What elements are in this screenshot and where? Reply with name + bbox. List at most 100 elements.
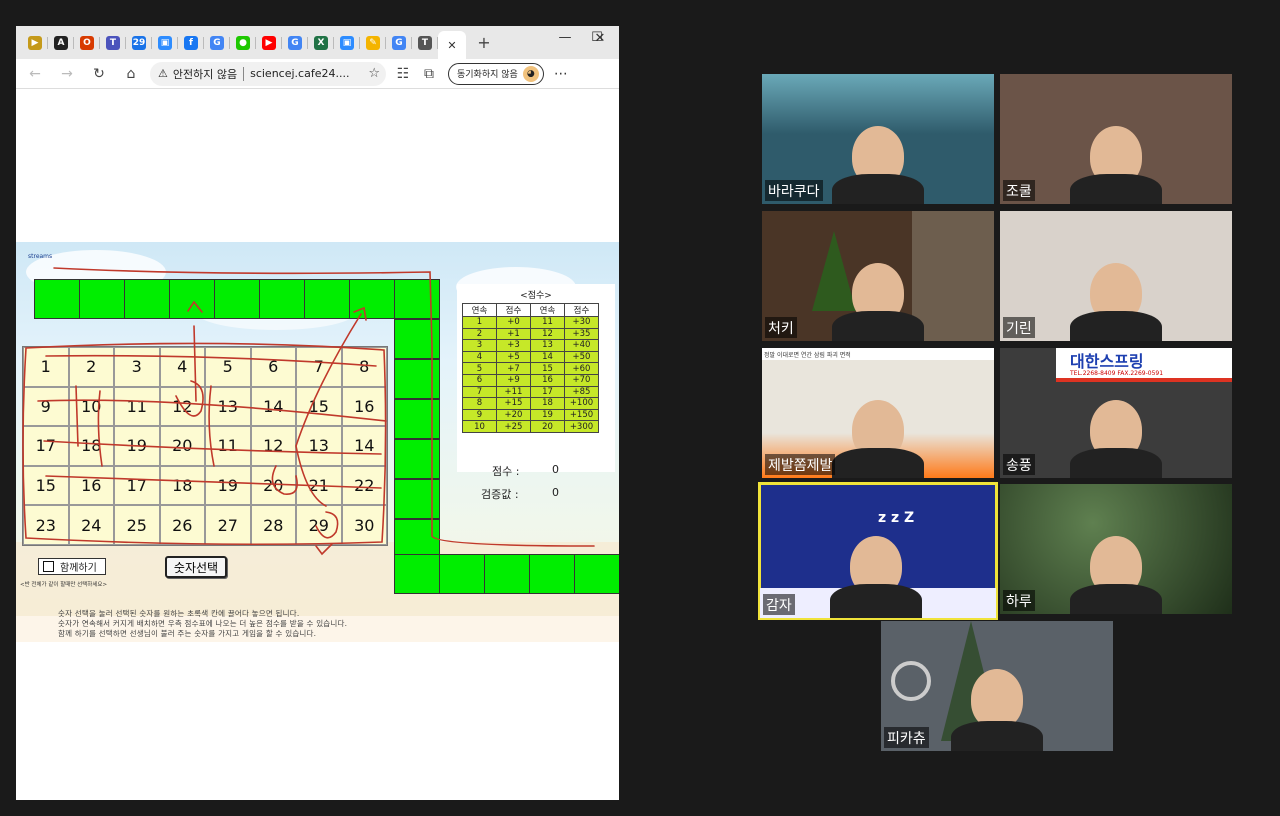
grid-number-cell[interactable]: 25 — [114, 505, 160, 545]
grid-number-cell[interactable]: 29 — [296, 505, 342, 545]
together-checkbox[interactable]: 함께하기 — [38, 558, 106, 575]
browser-tab[interactable]: G — [282, 31, 308, 55]
more-menu-button[interactable]: ⋯ — [554, 66, 568, 82]
grid-number-cell[interactable]: 2 — [68, 347, 114, 387]
grid-number-cell[interactable]: 5 — [205, 347, 251, 387]
green-drop-cell[interactable] — [439, 554, 485, 594]
browser-tab[interactable]: O — [74, 31, 100, 55]
green-drop-cell[interactable] — [349, 279, 395, 319]
participant-video-tile[interactable]: z z Z 감자 — [758, 482, 998, 620]
browser-tab[interactable]: ▣ — [152, 31, 178, 55]
favorites-icon[interactable]: ☷ — [390, 61, 416, 87]
grid-number-cell[interactable]: 12 — [159, 386, 205, 427]
green-drop-cell[interactable] — [394, 519, 440, 559]
grid-number-cell[interactable]: 12 — [250, 426, 296, 466]
grid-number-cell[interactable]: 24 — [68, 505, 114, 545]
participant-video-tile[interactable]: 피카츄 — [881, 621, 1113, 751]
browser-tab[interactable]: T — [412, 31, 438, 55]
green-drop-cell[interactable] — [394, 439, 440, 479]
green-drop-cell[interactable] — [34, 279, 80, 319]
grid-number-cell[interactable]: 14 — [250, 386, 296, 427]
grid-number-cell[interactable]: 16 — [68, 465, 114, 506]
participant-video-tile[interactable]: 정말 이대로면 연간 삼림 파괴 면적 제발쫌제발 — [762, 348, 994, 478]
browser-tab[interactable]: A — [48, 31, 74, 55]
home-button[interactable]: ⌂ — [118, 61, 144, 87]
green-drop-cell[interactable] — [394, 479, 440, 519]
grid-number-cell[interactable]: 18 — [68, 426, 114, 466]
forward-button[interactable]: → — [54, 61, 80, 87]
browser-tab[interactable]: ▶ — [256, 31, 282, 55]
grid-number-cell[interactable]: 11 — [114, 386, 160, 427]
green-drop-cell[interactable] — [304, 279, 350, 319]
browser-tab[interactable]: ▶ — [22, 31, 48, 55]
green-drop-cell[interactable] — [484, 554, 530, 594]
grid-number-cell[interactable]: 1 — [23, 347, 69, 387]
green-drop-cell[interactable] — [394, 279, 440, 319]
browser-tab[interactable]: 29 — [126, 31, 152, 55]
grid-number-cell[interactable]: 21 — [296, 465, 342, 506]
browser-tab[interactable]: G — [386, 31, 412, 55]
favorite-star-icon[interactable]: ☆ — [368, 66, 380, 81]
grid-number-cell[interactable]: 9 — [23, 386, 69, 427]
back-button[interactable]: ← — [22, 61, 48, 87]
green-drop-cell[interactable] — [574, 554, 619, 594]
browser-tab[interactable]: ✎ — [360, 31, 386, 55]
participant-video-tile[interactable]: 대한스프링 TEL.2268-8409 FAX.2269-0591 송풍 — [1000, 348, 1232, 478]
browser-tab[interactable]: ▣ — [334, 31, 360, 55]
close-tab-icon[interactable]: ✕ — [447, 39, 456, 52]
green-drop-cell[interactable] — [394, 359, 440, 399]
grid-number-cell[interactable]: 17 — [23, 426, 69, 466]
grid-number-cell[interactable]: 19 — [114, 426, 160, 466]
close-window-button[interactable]: ✕ — [585, 31, 615, 46]
grid-number-cell[interactable]: 30 — [341, 505, 387, 545]
green-drop-cell[interactable] — [394, 554, 440, 594]
participant-video-tile[interactable]: 조쿨 — [1000, 74, 1232, 204]
participant-video-tile[interactable]: 기린 — [1000, 211, 1232, 341]
participant-video-tile[interactable]: 바라쿠다 — [762, 74, 994, 204]
grid-number-cell[interactable]: 15 — [296, 386, 342, 427]
green-drop-cell[interactable] — [79, 279, 125, 319]
grid-number-cell[interactable]: 23 — [23, 505, 69, 545]
green-drop-cell[interactable] — [259, 279, 305, 319]
grid-number-cell[interactable]: 16 — [341, 386, 387, 427]
grid-number-cell[interactable]: 22 — [341, 465, 387, 506]
grid-number-cell[interactable]: 28 — [250, 505, 296, 545]
browser-tab[interactable]: f — [178, 31, 204, 55]
active-tab[interactable]: ✕ — [438, 31, 466, 59]
browser-tab[interactable]: ● — [230, 31, 256, 55]
grid-number-cell[interactable]: 7 — [296, 347, 342, 387]
grid-number-cell[interactable]: 11 — [205, 426, 251, 466]
grid-number-cell[interactable]: 27 — [205, 505, 251, 545]
green-drop-cell[interactable] — [124, 279, 170, 319]
green-drop-cell[interactable] — [169, 279, 215, 319]
new-tab-button[interactable]: + — [474, 33, 494, 52]
grid-number-cell[interactable]: 4 — [159, 347, 205, 387]
grid-number-cell[interactable]: 18 — [159, 465, 205, 506]
grid-number-cell[interactable]: 13 — [296, 426, 342, 466]
grid-number-cell[interactable]: 13 — [205, 386, 251, 427]
grid-number-cell[interactable]: 6 — [250, 347, 296, 387]
browser-tab[interactable]: T — [100, 31, 126, 55]
browser-tab[interactable]: G — [204, 31, 230, 55]
participant-video-tile[interactable]: 하루 — [1000, 484, 1232, 614]
participant-video-tile[interactable]: 처키 — [762, 211, 994, 341]
grid-number-cell[interactable]: 20 — [159, 426, 205, 466]
url-field[interactable]: ⚠ 안전하지 않음 sciencej.cafe24.... ☆ — [150, 61, 386, 86]
green-drop-cell[interactable] — [394, 319, 440, 359]
grid-number-cell[interactable]: 17 — [114, 465, 160, 506]
refresh-button[interactable]: ↻ — [86, 61, 112, 87]
grid-number-cell[interactable]: 26 — [159, 505, 205, 545]
sync-button[interactable]: 동기화하지 않음 ◕ — [448, 62, 544, 85]
pick-number-button[interactable]: 숫자선택 — [165, 556, 227, 578]
grid-number-cell[interactable]: 19 — [205, 465, 251, 506]
grid-number-cell[interactable]: 14 — [341, 426, 387, 466]
collections-icon[interactable]: ⧉ — [416, 61, 442, 87]
green-drop-cell[interactable] — [529, 554, 575, 594]
grid-number-cell[interactable]: 3 — [114, 347, 160, 387]
grid-number-cell[interactable]: 8 — [341, 347, 387, 387]
grid-number-cell[interactable]: 20 — [250, 465, 296, 506]
browser-tab[interactable]: X — [308, 31, 334, 55]
green-drop-cell[interactable] — [394, 399, 440, 439]
grid-number-cell[interactable]: 10 — [68, 386, 114, 427]
green-drop-cell[interactable] — [214, 279, 260, 319]
